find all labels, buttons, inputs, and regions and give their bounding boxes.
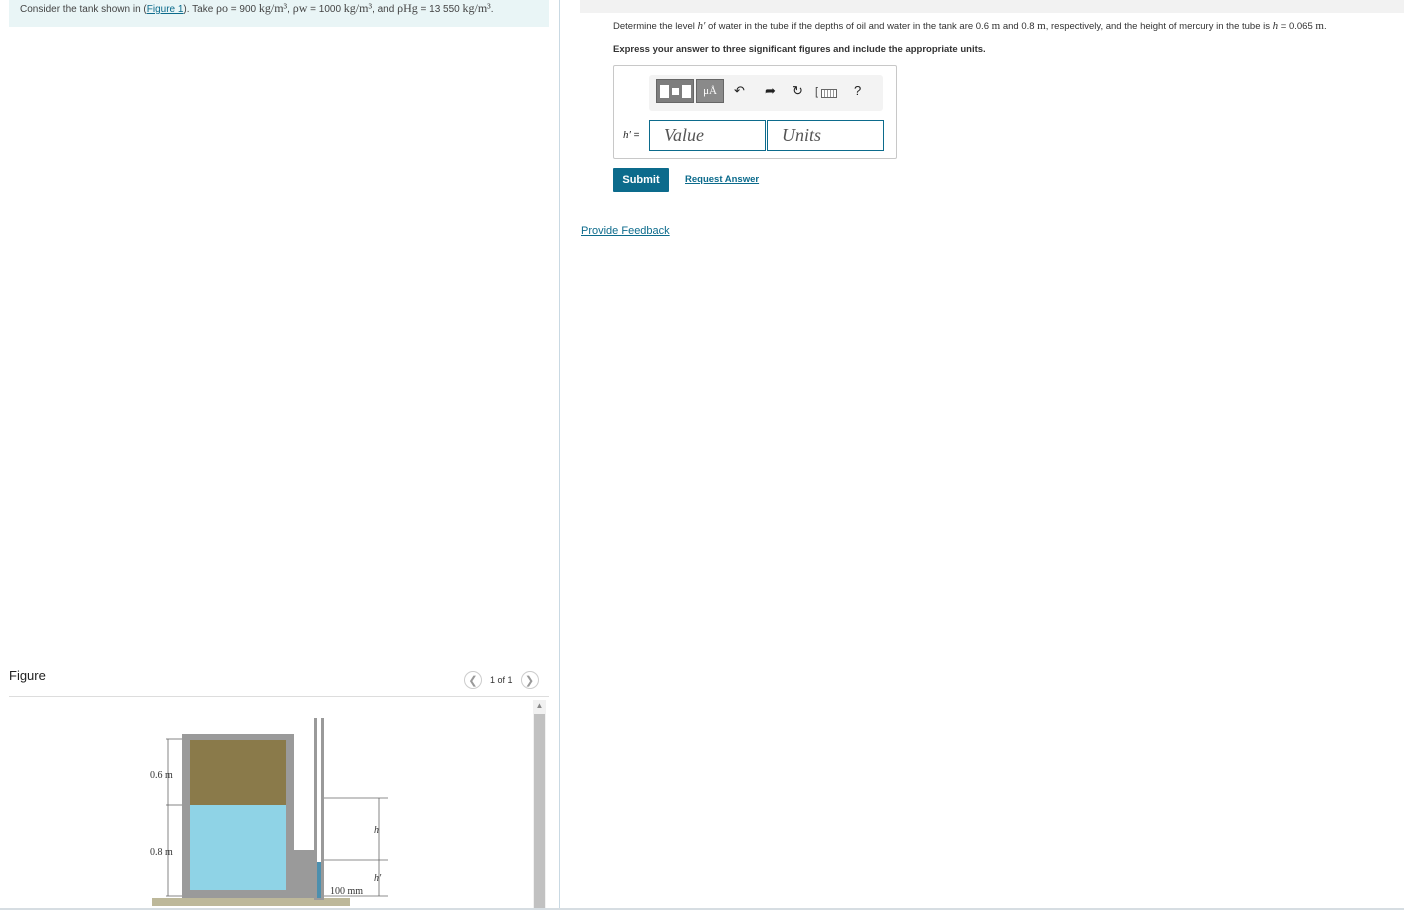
next-figure-button[interactable]: ❯ xyxy=(520,671,539,689)
rho-water-symbol: ρw xyxy=(292,1,308,15)
separator: , and xyxy=(372,4,398,15)
answer-pane: Determine the level h′ of water in the t… xyxy=(560,0,1404,910)
submit-button[interactable]: Submit xyxy=(613,168,669,192)
oil-depth-label: 0.6 m xyxy=(150,770,173,781)
water-depth-label: 0.8 m xyxy=(150,847,173,858)
question-part: , respectively, and the height of mercur… xyxy=(1045,21,1273,32)
help-icon[interactable]: ? xyxy=(854,83,861,99)
figure-link[interactable]: Figure 1 xyxy=(147,4,184,15)
figure-heading: Figure xyxy=(9,668,46,683)
question-part: and 0.8 xyxy=(1000,21,1038,32)
answer-equals: = xyxy=(630,130,640,141)
figure-scrollbar[interactable]: ▲ xyxy=(533,700,546,908)
tube-offset-label: 100 mm xyxy=(330,886,363,897)
oil-layer xyxy=(190,740,286,805)
top-strip xyxy=(580,0,1404,13)
problem-intro: Consider the tank shown in (Figure 1). T… xyxy=(9,0,549,27)
rho-mercury-symbol: ρHg xyxy=(397,1,418,15)
unit-2: kg/m³ xyxy=(343,1,373,15)
water-layer xyxy=(190,805,286,890)
h-prime-label: h′ xyxy=(374,873,382,884)
tank-figure: 0.6 m 0.8 m h h′ 100 mm xyxy=(150,718,388,906)
answer-box: μÅ ↶ ➦ ↻ [ ? h′ = xyxy=(613,65,897,159)
period: . xyxy=(490,4,494,15)
question-text: Determine the level h′ of water in the t… xyxy=(613,20,1327,32)
h-label: h xyxy=(374,825,379,836)
undo-icon[interactable]: ↶ xyxy=(734,83,745,99)
units-input[interactable] xyxy=(767,120,884,151)
rho-oil-value: = 900 xyxy=(228,4,259,15)
unit-m: m xyxy=(1037,20,1046,32)
figure-pager: ❮ 1 of 1 ❯ xyxy=(464,670,539,690)
tube-liquid xyxy=(317,862,321,898)
request-answer-link[interactable]: Request Answer xyxy=(685,174,759,185)
unit-1: kg/m³ xyxy=(258,1,288,15)
keyboard-icon[interactable] xyxy=(821,89,837,98)
question-part: = 0.065 xyxy=(1278,21,1316,32)
intro-prefix: Consider the tank shown in ( xyxy=(20,4,147,15)
provide-feedback-link[interactable]: Provide Feedback xyxy=(581,225,670,237)
rho-water-value: = 1000 xyxy=(307,4,344,15)
keyboard-bracket: [ xyxy=(815,86,819,98)
unit-m: m xyxy=(991,20,1001,32)
pager-text: 1 of 1 xyxy=(490,675,513,685)
unit-3: kg/m³ xyxy=(462,1,491,15)
rho-oil-symbol: ρo xyxy=(216,1,229,15)
scroll-up-icon[interactable]: ▲ xyxy=(533,700,546,712)
prev-figure-button[interactable]: ❮ xyxy=(464,671,482,689)
templates-button[interactable] xyxy=(656,79,694,103)
template-block-icon xyxy=(681,84,691,98)
value-input[interactable] xyxy=(649,120,766,151)
scroll-thumb[interactable] xyxy=(534,714,545,908)
rho-mercury-value: = 13 550 xyxy=(417,4,463,15)
question-part: . xyxy=(1323,21,1327,32)
question-part: of water in the tube if the depths of oi… xyxy=(705,21,992,32)
units-button[interactable]: μÅ xyxy=(696,79,724,103)
intro-take: ). Take xyxy=(183,4,217,15)
problem-pane: Consider the tank shown in (Figure 1). T… xyxy=(0,0,559,910)
question-part: Determine the level xyxy=(613,21,698,32)
redo-icon[interactable]: ➦ xyxy=(765,83,776,99)
unit-m: m xyxy=(1315,20,1324,32)
instruction-text: Express your answer to three significant… xyxy=(613,44,986,55)
math-toolbar: μÅ ↶ ➦ ↻ [ ? xyxy=(649,75,883,111)
template-small-icon xyxy=(671,87,679,95)
reset-icon[interactable]: ↻ xyxy=(792,83,803,99)
answer-var: h′ xyxy=(623,129,631,141)
template-block-icon xyxy=(659,84,669,98)
figure-divider xyxy=(9,696,549,697)
answer-label: h′ = xyxy=(623,129,640,141)
